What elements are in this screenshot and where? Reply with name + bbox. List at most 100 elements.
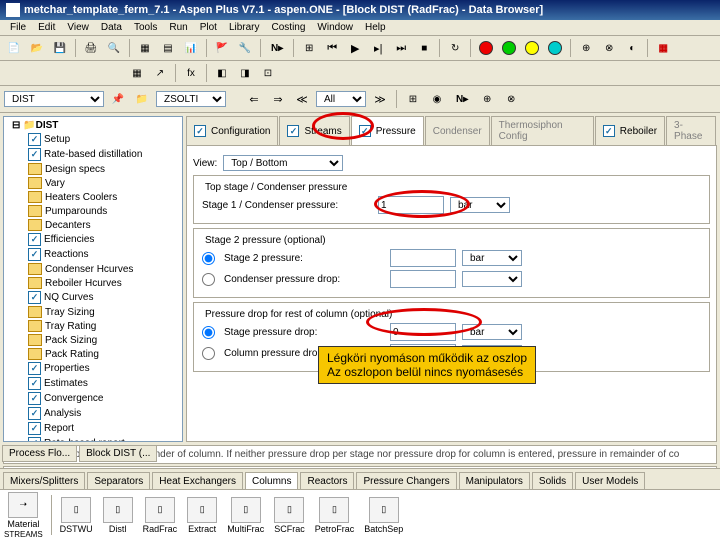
nav-icon[interactable]: ⊞ <box>299 38 319 58</box>
nav-last[interactable]: ≫ <box>370 89 390 109</box>
radio-stage2-pressure[interactable] <box>202 252 215 265</box>
stop-icon[interactable]: ■ <box>414 38 434 58</box>
menu-view[interactable]: View <box>61 20 95 35</box>
nav-icon-b[interactable]: ◉ <box>427 89 447 109</box>
misc-icon-1[interactable]: ⊕ <box>576 38 596 58</box>
tree-item[interactable]: Tray Sizing <box>6 305 180 319</box>
tab-condenser[interactable]: Condenser <box>425 116 490 145</box>
tree-item[interactable]: Setup <box>6 132 180 147</box>
status-yellow[interactable] <box>522 38 542 58</box>
tab-3-phase[interactable]: 3-Phase <box>666 116 716 145</box>
filter-select[interactable]: All <box>316 91 366 107</box>
ff-icon[interactable]: ⏭ <box>391 38 411 58</box>
misc-icon-2[interactable]: ⊗ <box>599 38 619 58</box>
misc-icon-3[interactable]: ◐ <box>622 38 642 58</box>
next-button[interactable]: N▸ <box>266 38 288 58</box>
tab-thermosiphon-config[interactable]: Thermosiphon Config <box>491 116 594 145</box>
tab-block-dist[interactable]: Block DIST (... <box>79 445 157 462</box>
palette-item[interactable]: ▯DSTWU <box>60 497 93 534</box>
tb2-c-icon[interactable]: ⊡ <box>258 63 278 83</box>
palette-item[interactable]: ▯RadFrac <box>143 497 178 534</box>
menu-plot[interactable]: Plot <box>194 20 223 35</box>
tb2-fx-icon[interactable]: fx <box>181 63 201 83</box>
nav-icon-d[interactable]: ⊗ <box>501 89 521 109</box>
refresh-icon[interactable]: ↻ <box>445 38 465 58</box>
tree-item[interactable]: Reboiler Hcurves <box>6 276 180 290</box>
stage2-value[interactable] <box>390 249 456 267</box>
folder-icon[interactable]: 📁 <box>132 89 152 109</box>
tree-item[interactable]: Heaters Coolers <box>6 190 180 204</box>
tree-item[interactable]: Convergence <box>6 391 180 406</box>
tree-item[interactable]: Rate-based distillation <box>6 147 180 162</box>
preview-icon[interactable]: 🔍 <box>104 38 124 58</box>
cond-drop-unit[interactable] <box>462 271 522 287</box>
status-red[interactable] <box>476 38 496 58</box>
tb2-a-icon[interactable]: ◧ <box>212 63 232 83</box>
tb2-arrow-icon[interactable]: ↗ <box>150 63 170 83</box>
tab-reboiler[interactable]: Reboiler <box>595 116 665 145</box>
tb2-grid-icon[interactable]: ▦ <box>127 63 147 83</box>
tab-pressure[interactable]: Pressure <box>351 116 424 145</box>
status-cyan[interactable] <box>545 38 565 58</box>
tree-item[interactable]: Pumparounds <box>6 204 180 218</box>
nav-first[interactable]: ≪ <box>292 89 312 109</box>
tree-item[interactable]: Design specs <box>6 162 180 176</box>
tree-item[interactable]: Efficiencies <box>6 232 180 247</box>
menu-tools[interactable]: Tools <box>128 20 163 35</box>
palette-item[interactable]: ▯PetroFrac <box>315 497 355 534</box>
nav-fwd[interactable]: ⇒ <box>268 89 288 109</box>
stage1-value[interactable] <box>378 196 444 214</box>
tree-item[interactable]: Analysis <box>6 406 180 421</box>
pin-icon[interactable]: 📌 <box>108 89 128 109</box>
user-select[interactable]: ZSOLTI <box>156 91 226 107</box>
rewind-icon[interactable]: ⏮ <box>322 38 342 58</box>
stage-drop-unit[interactable]: bar <box>462 324 522 340</box>
flag-icon[interactable]: 🚩 <box>212 38 232 58</box>
palette-item[interactable]: ▯Distl <box>103 497 133 534</box>
tree-item[interactable]: Condenser Hcurves <box>6 262 180 276</box>
palette-streams[interactable]: ➝ Material STREAMS <box>4 492 43 539</box>
palette-item[interactable]: ▯MultiFrac <box>227 497 264 534</box>
status-green[interactable] <box>499 38 519 58</box>
nav-next-button[interactable]: N▸ <box>451 89 473 109</box>
tab-configuration[interactable]: Configuration <box>186 116 278 145</box>
tab-process-flow[interactable]: Process Flo... <box>2 445 77 462</box>
view-select[interactable]: Top / Bottom <box>223 155 343 171</box>
stage-drop-value[interactable] <box>390 323 456 341</box>
tree-item[interactable]: Estimates <box>6 376 180 391</box>
radio-stage-drop[interactable] <box>202 326 215 339</box>
tree-item[interactable]: Pack Rating <box>6 347 180 361</box>
menu-file[interactable]: File <box>4 20 32 35</box>
stage1-unit[interactable]: bar <box>450 197 510 213</box>
stage2-unit[interactable]: bar <box>462 250 522 266</box>
cond-drop-value[interactable] <box>390 270 456 288</box>
menu-costing[interactable]: Costing <box>266 20 312 35</box>
radio-cond-drop[interactable] <box>202 273 215 286</box>
nav-back[interactable]: ⇐ <box>244 89 264 109</box>
tree-item[interactable]: Tray Rating <box>6 319 180 333</box>
menu-run[interactable]: Run <box>163 20 193 35</box>
step-icon[interactable]: ▸| <box>368 38 388 58</box>
play-icon[interactable]: ▶ <box>345 38 365 58</box>
menu-window[interactable]: Window <box>311 20 359 35</box>
tree-panel[interactable]: ⊟ 📁 DIST SetupRate-based distillationDes… <box>3 116 183 442</box>
tree-item[interactable]: Report <box>6 421 180 436</box>
palette-item[interactable]: ▯Extract <box>187 497 217 534</box>
tools-icon[interactable]: 🔧 <box>235 38 255 58</box>
menu-edit[interactable]: Edit <box>32 20 61 35</box>
menu-data[interactable]: Data <box>95 20 128 35</box>
tree-item[interactable]: NQ Curves <box>6 290 180 305</box>
tab-streams[interactable]: Streams <box>279 116 349 145</box>
palette-item[interactable]: ▯SCFrac <box>274 497 305 534</box>
tree-item[interactable]: Reactions <box>6 247 180 262</box>
radio-column-drop[interactable] <box>202 347 215 360</box>
nav-icon-c[interactable]: ⊕ <box>477 89 497 109</box>
tree-item[interactable]: Properties <box>6 361 180 376</box>
palette-icon[interactable]: ▦ <box>653 38 673 58</box>
menu-help[interactable]: Help <box>359 20 392 35</box>
save-icon[interactable]: 💾 <box>50 38 70 58</box>
open-icon[interactable]: 📂 <box>27 38 47 58</box>
nav-icon-a[interactable]: ⊞ <box>403 89 423 109</box>
block-select[interactable]: DIST <box>4 91 104 107</box>
tree-item[interactable]: Pack Sizing <box>6 333 180 347</box>
